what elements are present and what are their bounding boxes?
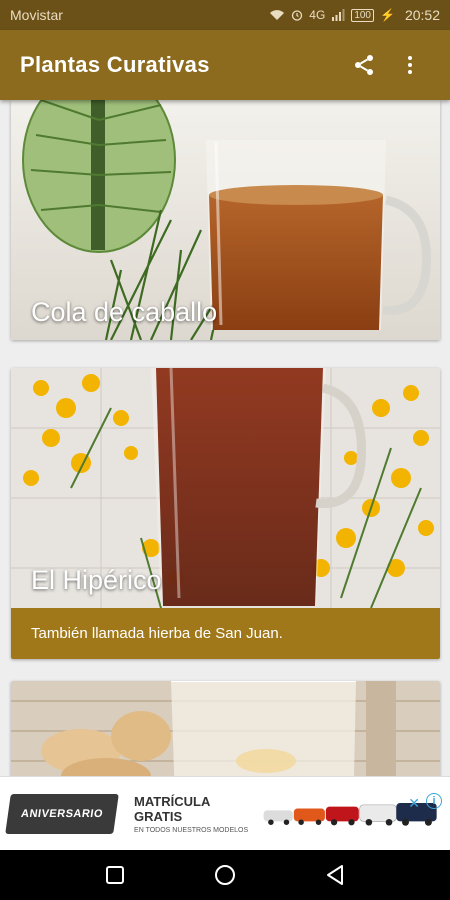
ginger-tea-image bbox=[11, 681, 440, 776]
charging-icon: ⚡ bbox=[380, 8, 395, 22]
plant-image: El Hipérico bbox=[11, 368, 440, 608]
ad-banner[interactable]: ANIVERSARIO MATRÍCULA GRATIS EN TODOS NU… bbox=[0, 776, 450, 850]
overflow-menu-button[interactable] bbox=[390, 45, 430, 85]
plant-card[interactable]: El Hipérico También llamada hierba de Sa… bbox=[11, 368, 440, 659]
signal-icon bbox=[332, 9, 345, 21]
ad-subline: EN TODOS NUESTROS MODELOS bbox=[134, 826, 249, 834]
ad-badge: ANIVERSARIO bbox=[5, 793, 119, 834]
battery-level: 100 bbox=[354, 9, 371, 21]
share-icon bbox=[355, 55, 373, 75]
plant-image bbox=[11, 681, 440, 776]
recents-button[interactable] bbox=[95, 855, 135, 895]
carrier-name: Movistar bbox=[10, 7, 63, 23]
ad-text: MATRÍCULA GRATIS EN TODOS NUESTROS MODEL… bbox=[134, 794, 251, 834]
recents-square-icon bbox=[106, 866, 124, 884]
plant-name: Cola de caballo bbox=[31, 297, 218, 327]
back-button[interactable] bbox=[315, 855, 355, 895]
clock: 20:52 bbox=[404, 7, 440, 23]
ad-headline: MATRÍCULA GRATIS bbox=[134, 793, 210, 824]
app-bar: Plantas Curativas bbox=[0, 30, 450, 100]
network-type: 4G bbox=[309, 8, 326, 22]
plant-card[interactable] bbox=[11, 681, 440, 776]
status-icons: 4G 100 ⚡ 20:52 bbox=[269, 7, 440, 23]
alarm-icon bbox=[292, 10, 303, 21]
plant-image: Cola de caballo bbox=[11, 100, 440, 340]
home-circle-icon bbox=[215, 865, 235, 885]
wifi-icon bbox=[270, 10, 285, 20]
back-triangle-icon bbox=[327, 865, 343, 885]
share-button[interactable] bbox=[344, 45, 384, 85]
battery-icon: 100 bbox=[351, 8, 374, 22]
ad-close-icon[interactable]: ✕ bbox=[408, 795, 420, 812]
plant-card[interactable]: Cola de caballo bbox=[11, 100, 440, 340]
status-bar: Movistar 4G 100 ⚡ 20:52 bbox=[0, 0, 450, 30]
plant-name: El Hipérico bbox=[31, 565, 162, 595]
system-nav-bar bbox=[0, 850, 450, 900]
app-title: Plantas Curativas bbox=[20, 52, 210, 77]
home-button[interactable] bbox=[205, 855, 245, 895]
plant-subtitle: También llamada hierba de San Juan. bbox=[11, 608, 440, 659]
more-vert-icon bbox=[408, 56, 412, 74]
plant-list: Cola de caballo El Hipérico También llam… bbox=[0, 100, 450, 776]
ad-info-icon[interactable]: i bbox=[426, 793, 442, 809]
